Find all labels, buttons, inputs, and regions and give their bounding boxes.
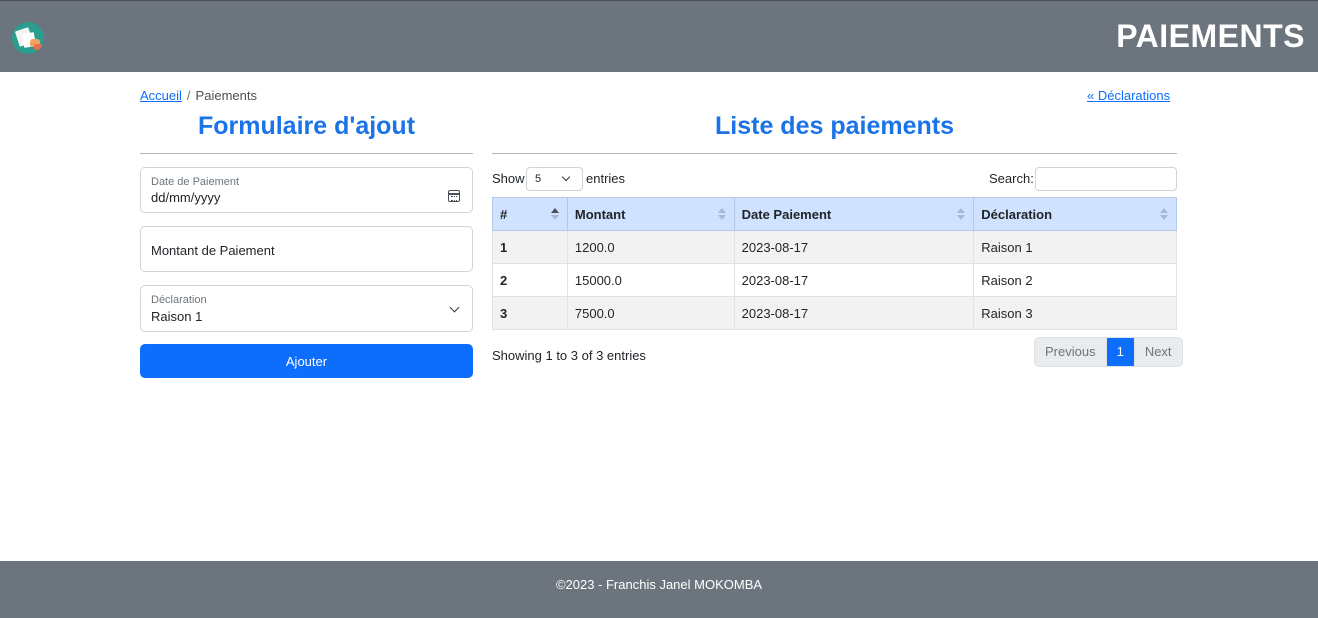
- row-amount: 15000.0: [566, 263, 735, 297]
- row-date: 2023-08-17: [733, 263, 975, 297]
- row-declaration: Raison 3: [973, 296, 1177, 330]
- sort-icon: [957, 208, 966, 222]
- payment-amount-input[interactable]: Montant de Paiement: [140, 226, 473, 272]
- declaration-select[interactable]: Déclaration Raison 1: [140, 285, 473, 332]
- column-header-amount[interactable]: Montant: [566, 197, 735, 231]
- table-row: 2 15000.0 2023-08-17 Raison 2: [492, 263, 1177, 297]
- row-amount: 1200.0: [566, 230, 735, 264]
- breadcrumb-separator: /: [186, 88, 191, 103]
- form-title: Formulaire d'ajout: [197, 112, 416, 140]
- page-1-button[interactable]: 1: [1106, 338, 1134, 366]
- page-length-select[interactable]: 5: [526, 167, 583, 191]
- calendar-icon[interactable]: [448, 190, 460, 202]
- show-label: Show: [492, 171, 525, 186]
- row-date: 2023-08-17: [733, 296, 975, 330]
- form-divider: [140, 153, 473, 154]
- footer: ©2023 - Franchis Janel MOKOMBA: [0, 561, 1318, 618]
- payments-table: # Montant Date Paiement Déclaration 1 12…: [492, 197, 1177, 330]
- table-header-row: # Montant Date Paiement Déclaration: [492, 197, 1177, 231]
- declarations-back-link[interactable]: « Déclarations: [1087, 88, 1170, 103]
- pagination: Previous 1 Next: [1034, 337, 1183, 367]
- column-header-declaration[interactable]: Déclaration: [973, 197, 1177, 231]
- list-title: Liste des paiements: [715, 112, 954, 140]
- payment-date-label: Date de Paiement: [151, 176, 240, 188]
- column-header-number[interactable]: #: [492, 197, 568, 231]
- row-id: 2: [492, 263, 568, 297]
- sort-icon: [717, 208, 726, 222]
- column-header-label: #: [500, 206, 508, 222]
- add-payment-button[interactable]: Ajouter: [140, 344, 473, 378]
- column-header-label: Déclaration: [981, 206, 1053, 222]
- search-label: Search:: [989, 171, 1034, 186]
- breadcrumb: Accueil / Paiements: [140, 88, 257, 103]
- app-title: PAIEMENTS: [1116, 18, 1305, 54]
- chevron-down-icon: [449, 302, 460, 313]
- previous-page-button[interactable]: Previous: [1035, 338, 1107, 366]
- page-length-value: 5: [535, 173, 542, 185]
- declaration-select-value: Raison 1: [151, 309, 203, 324]
- declaration-select-label: Déclaration: [151, 294, 207, 306]
- breadcrumb-current: Paiements: [195, 88, 257, 103]
- top-bar: PAIEMENTS: [0, 0, 1318, 72]
- column-header-label: Montant: [574, 206, 626, 222]
- table-row: 1 1200.0 2023-08-17 Raison 1: [492, 230, 1177, 264]
- row-id: 3: [492, 296, 568, 330]
- payment-date-field[interactable]: Date de Paiement dd/mm/yyyy: [140, 167, 473, 213]
- breadcrumb-home-link[interactable]: Accueil: [140, 88, 182, 103]
- list-divider: [492, 153, 1177, 154]
- row-date: 2023-08-17: [733, 230, 975, 264]
- chevron-down-icon: [561, 172, 571, 182]
- search-input[interactable]: [1035, 167, 1177, 191]
- payment-document-icon[interactable]: [12, 22, 44, 54]
- row-declaration: Raison 1: [973, 230, 1177, 264]
- row-declaration: Raison 2: [973, 263, 1177, 297]
- table-info: Showing 1 to 3 of 3 entries: [492, 348, 646, 363]
- column-header-date[interactable]: Date Paiement: [733, 197, 975, 231]
- next-page-button[interactable]: Next: [1133, 338, 1182, 366]
- payment-date-value: dd/mm/yyyy: [151, 190, 221, 205]
- sort-icon: [550, 208, 559, 222]
- row-amount: 7500.0: [566, 296, 735, 330]
- row-id: 1: [492, 230, 568, 264]
- entries-label: entries: [586, 171, 626, 186]
- payment-amount-placeholder: Montant de Paiement: [151, 243, 275, 258]
- column-header-label: Date Paiement: [741, 206, 832, 222]
- footer-text: ©2023 - Franchis Janel MOKOMBA: [555, 577, 763, 592]
- sort-icon: [1160, 208, 1168, 222]
- table-row: 3 7500.0 2023-08-17 Raison 3: [492, 296, 1177, 330]
